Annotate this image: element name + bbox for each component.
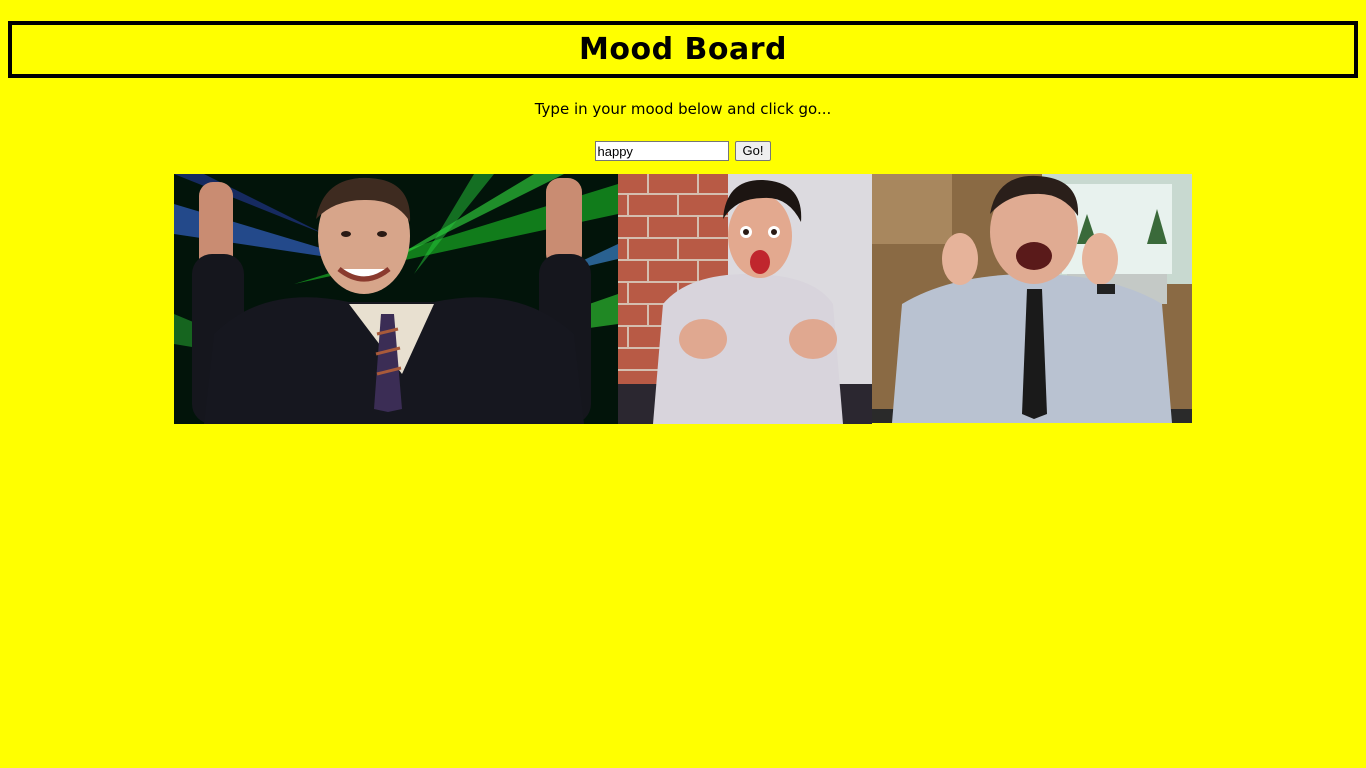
instructions-text: Type in your mood below and click go... — [534, 100, 832, 118]
gif-dancing-man-lasers[interactable] — [174, 174, 618, 424]
title-banner: Mood Board — [8, 21, 1358, 78]
page-title: Mood Board — [579, 32, 787, 67]
gif-gallery — [174, 174, 1192, 424]
gif-excited-man-brick-wall[interactable] — [618, 174, 872, 424]
mood-input[interactable] — [594, 141, 729, 161]
go-button[interactable]: Go! — [734, 141, 772, 161]
mood-form: Go! — [0, 141, 1366, 161]
gif-cheering-man-office[interactable] — [872, 174, 1192, 423]
